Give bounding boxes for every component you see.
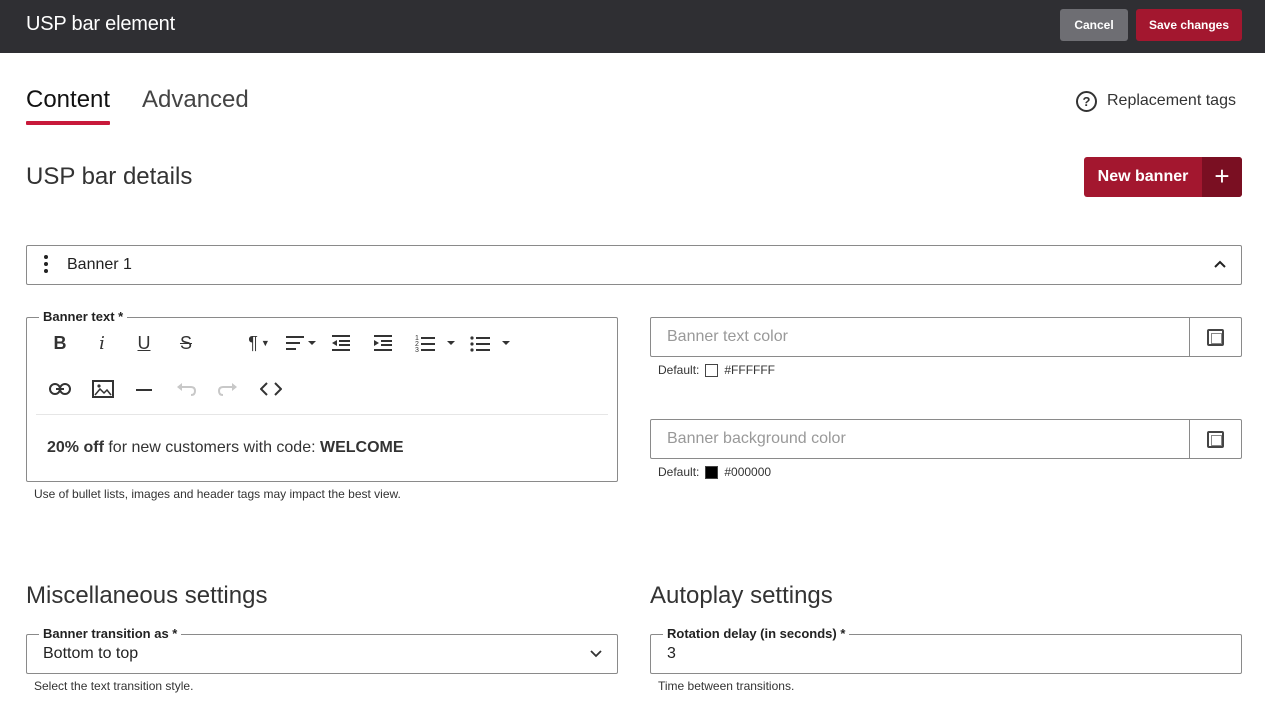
banner-text-editor[interactable]: Banner text * B i U S ¶ ▼ 1 2 3 20% off … [26,309,618,482]
replacement-tags-link[interactable]: ? Replacement tags [1076,90,1236,112]
page-title: USP bar element [26,13,175,35]
tab-content[interactable]: Content [26,86,110,114]
editor-bold-code: WELCOME [320,439,404,456]
underline-icon[interactable]: U [131,332,157,354]
transition-value: Bottom to top [43,645,139,662]
editor-plain-text: for new customers with code: [103,439,320,456]
default-label: Default: [658,363,700,377]
usp-details-title: USP bar details [26,163,193,190]
tab-advanced[interactable]: Advanced [142,86,249,114]
bullet-list-icon[interactable] [470,333,514,353]
redo-icon[interactable] [218,382,238,396]
toolbar-divider [36,414,608,415]
new-banner-button[interactable]: New banner + [1084,157,1242,197]
replacement-tags-label: Replacement tags [1107,92,1236,109]
cancel-button[interactable]: Cancel [1060,9,1128,41]
black-swatch [705,465,719,479]
outdent-icon[interactable] [331,334,351,352]
color-picker-button[interactable] [1189,318,1241,356]
plus-icon: + [1202,157,1242,197]
banner-background-color-field[interactable]: Banner background color [650,419,1242,459]
more-vertical-icon[interactable] [40,255,52,275]
default-value: #FFFFFF [724,363,776,377]
rotation-delay-hint: Time between transitions. [658,679,795,693]
default-label: Default: [658,465,700,479]
rotation-delay-input[interactable]: Rotation delay (in seconds) * 3 [650,626,1242,674]
chevron-up-icon[interactable] [1213,257,1227,271]
background-color-default: Default: #000000 [658,465,771,479]
rotation-delay-label: Rotation delay (in seconds) * [663,626,850,642]
transition-select[interactable]: Banner transition as * Bottom to top [26,626,618,674]
color-picker-icon [1207,431,1224,448]
top-bar: USP bar element Cancel Save changes [0,0,1265,53]
horizontal-rule-icon[interactable] [135,388,153,392]
default-value: #000000 [724,465,772,479]
color-picker-button[interactable] [1189,420,1241,458]
editor-bold-discount: 20% off [47,439,104,456]
banner-text-color-field[interactable]: Banner text color [650,317,1242,357]
transition-hint: Select the text transition style. [34,679,194,693]
help-circle-icon: ? [1076,90,1097,112]
rotation-delay-value[interactable]: 3 [667,645,676,663]
undo-icon[interactable] [176,382,196,396]
code-view-icon[interactable] [260,382,282,396]
editor-content[interactable]: 20% off for new customers with code: WEL… [47,439,404,457]
image-icon[interactable] [92,380,114,398]
active-tab-indicator [26,121,110,125]
transition-label: Banner transition as * [39,626,182,642]
save-changes-button[interactable]: Save changes [1136,9,1242,41]
chevron-down-icon[interactable] [589,647,603,661]
strikethrough-icon[interactable]: S [173,332,199,354]
italic-icon[interactable]: i [89,332,115,354]
ordered-list-icon[interactable]: 1 2 3 [415,333,459,353]
new-banner-label: New banner [1097,168,1189,185]
indent-icon[interactable] [373,334,393,352]
banner-text-hint: Use of bullet lists, images and header t… [34,487,401,501]
color-picker-icon [1207,329,1224,346]
banner-accordion-header[interactable]: Banner 1 [26,245,1242,285]
misc-settings-title: Miscellaneous settings [26,582,268,609]
text-color-default: Default: #FFFFFF [658,363,775,377]
paragraph-format-icon[interactable]: ¶ ▼ [243,332,275,354]
bold-icon[interactable]: B [47,332,73,354]
link-icon[interactable] [49,381,71,397]
banner-text-color-placeholder: Banner text color [667,328,788,345]
align-icon[interactable] [285,334,317,352]
svg-text:3: 3 [415,347,419,353]
banner-background-color-placeholder: Banner background color [667,430,846,447]
banner-text-label: Banner text * [39,309,128,325]
autoplay-settings-title: Autoplay settings [650,582,833,609]
banner-title: Banner 1 [67,256,132,273]
white-swatch [705,363,719,377]
